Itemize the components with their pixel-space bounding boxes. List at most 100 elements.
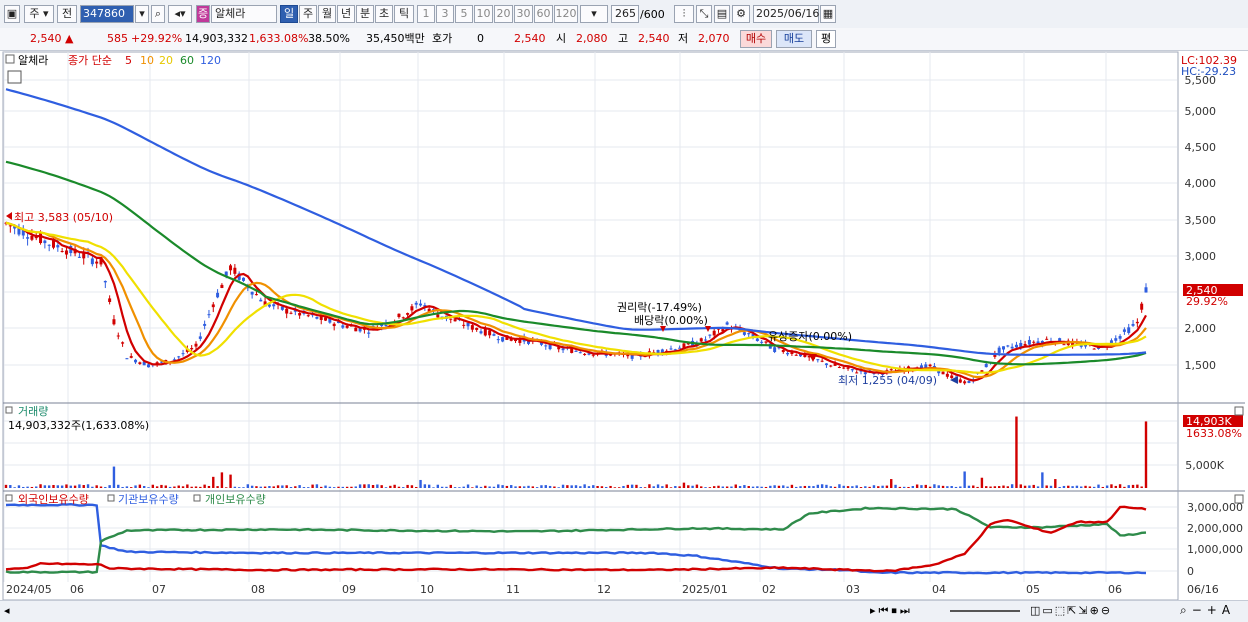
volume-bar	[82, 485, 85, 488]
volume-bar	[419, 479, 422, 488]
window-icon[interactable]: ▣	[4, 5, 20, 23]
volume-bar	[751, 486, 755, 488]
panel-menu-icon[interactable]	[5, 494, 13, 502]
volume-bar	[1019, 484, 1022, 488]
candle-body	[47, 244, 51, 246]
sell-button[interactable]: 매도	[776, 30, 812, 48]
close-icon[interactable]	[1234, 406, 1244, 416]
chart-tools[interactable]: ◫▭⬚⇱⇲⊕⊖	[1030, 604, 1112, 617]
buy-button[interactable]: 매수	[740, 30, 772, 48]
period-week[interactable]: 주	[299, 5, 317, 23]
volume-bar	[160, 484, 163, 488]
count-input[interactable]: 265	[611, 5, 639, 23]
holdings-axis: 3,000,0002,000,0001,000,0000	[1187, 501, 1243, 578]
volume-bar	[475, 485, 478, 488]
volume-bar	[225, 487, 228, 488]
candle-settings-icon[interactable]: ⫶	[674, 5, 694, 23]
stock-code-input[interactable]: 347860	[80, 5, 134, 23]
volume-bar	[104, 486, 107, 488]
stock-chart[interactable]: 5,5005,0004,5004,0003,5003,0002,5002,000…	[0, 50, 1248, 600]
candle-body	[958, 379, 962, 383]
volume-bar	[661, 486, 664, 488]
interval-10[interactable]: 10	[474, 5, 493, 23]
volume-bar	[514, 486, 517, 488]
panel-menu-icon[interactable]	[5, 406, 13, 414]
volume-bar	[320, 486, 323, 488]
volume-bar	[643, 487, 647, 488]
period-month[interactable]: 월	[318, 5, 336, 23]
volume-bar	[112, 466, 116, 488]
interval-3[interactable]: 3	[436, 5, 454, 23]
panel-menu-icon[interactable]	[193, 494, 201, 502]
volume-bar	[838, 484, 841, 488]
date-input[interactable]: 2025/06/16	[753, 5, 819, 23]
volume-bar	[527, 485, 530, 488]
volume-bar	[773, 485, 776, 488]
volume-bar	[756, 486, 759, 488]
scroll-bar[interactable]: ◂ ▸⏮⏹⏭ ◫▭⬚⇱⇲⊕⊖ ⌕−+A	[0, 600, 1248, 622]
candle-body	[306, 315, 310, 317]
save-icon[interactable]: ▤	[714, 5, 730, 23]
interval-120[interactable]: 120	[554, 5, 578, 23]
volume-bar	[415, 486, 418, 488]
period-tick[interactable]: 틱	[394, 5, 414, 23]
panel-menu-icon[interactable]	[5, 54, 15, 64]
zoom-controls[interactable]: ⌕−+A	[1180, 603, 1235, 618]
volume-bar	[173, 486, 176, 488]
calculator-icon[interactable]	[7, 70, 22, 84]
scroll-left-icon[interactable]: ◂	[4, 604, 10, 617]
zoom-slider[interactable]	[950, 610, 1020, 612]
candle-body	[760, 341, 764, 343]
period-minute[interactable]: 분	[356, 5, 374, 23]
volume-bar	[1105, 485, 1109, 488]
volume-bar	[963, 471, 966, 488]
candle-body	[254, 294, 258, 296]
volume-bar	[885, 485, 889, 488]
stock-name-field[interactable]: 알체라	[211, 5, 277, 23]
candle-body	[211, 304, 215, 308]
price-tick-label: 3,500	[1185, 214, 1217, 227]
candle-body	[1062, 344, 1066, 346]
code-dropdown-icon[interactable]: ▾	[135, 5, 149, 23]
legend-stock-name: 알체라	[18, 53, 48, 67]
interval-20[interactable]: 20	[494, 5, 513, 23]
prev-button[interactable]: 전	[57, 5, 77, 23]
period-second[interactable]: 초	[375, 5, 393, 23]
interval-5[interactable]: 5	[455, 5, 473, 23]
interval-dropdown[interactable]: ▾	[580, 5, 608, 23]
volume-bar	[855, 485, 858, 488]
line-tool-icon[interactable]: ⤡	[696, 5, 712, 23]
volume-bar	[561, 484, 565, 488]
search-icon[interactable]: ⌕	[151, 5, 165, 23]
volume-bar	[622, 485, 625, 488]
volume-axis: 5,000K	[1185, 459, 1224, 472]
volume-bar	[462, 486, 465, 488]
calendar-icon[interactable]: ▦	[820, 5, 836, 23]
candle-body	[725, 322, 729, 325]
panel-menu-icon[interactable]	[107, 494, 115, 502]
volume-bar	[950, 486, 953, 488]
volume-bar	[497, 484, 500, 488]
period-day[interactable]: 일	[280, 5, 298, 23]
period-year[interactable]: 년	[337, 5, 355, 23]
volume-bar	[1144, 421, 1148, 488]
dividend-annotation: 배당락(0.00%)	[634, 314, 708, 327]
candle-body	[1092, 348, 1096, 350]
interval-60[interactable]: 60	[534, 5, 553, 23]
volume-bar	[652, 486, 655, 488]
volume-bar	[522, 486, 526, 488]
eval-button[interactable]: 평	[816, 30, 836, 48]
interval-30[interactable]: 30	[514, 5, 533, 23]
chart-type-select[interactable]: 주 ▾	[24, 5, 54, 23]
volume-bar	[656, 484, 660, 488]
speaker-icon[interactable]: ◂▾	[168, 5, 192, 23]
gear-icon[interactable]: ⚙	[732, 5, 750, 23]
volume-bar	[237, 487, 241, 488]
volume-bar	[902, 486, 906, 488]
candle-body	[77, 256, 81, 258]
volume-bar	[1084, 485, 1087, 488]
playback-controls[interactable]: ▸⏮⏹⏭	[870, 604, 913, 618]
volume-bar	[868, 486, 871, 488]
close-icon[interactable]	[1234, 494, 1244, 504]
interval-1[interactable]: 1	[417, 5, 435, 23]
